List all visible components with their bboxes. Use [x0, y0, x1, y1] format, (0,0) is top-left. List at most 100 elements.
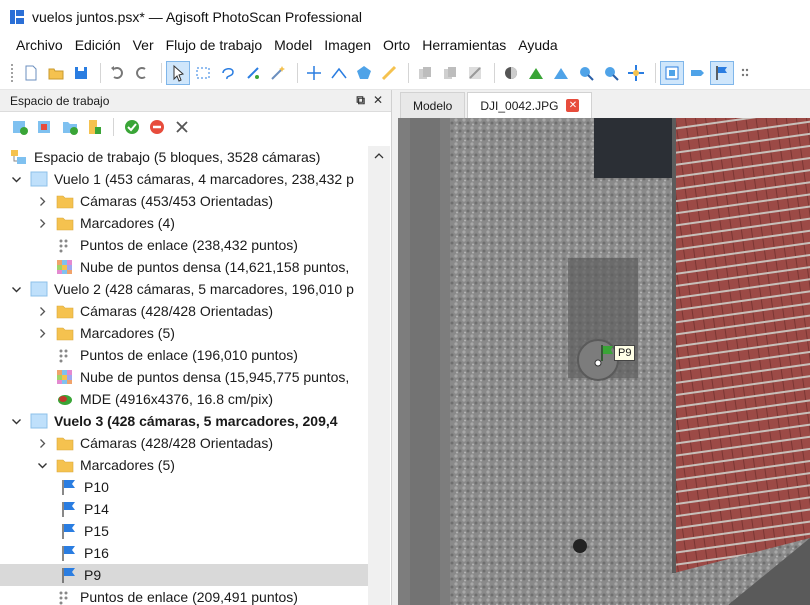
tree-item-vuelo-1-453-c-maras-4-marcador[interactable]: Vuelo 1 (453 cámaras, 4 marcadores, 238,… — [0, 168, 368, 190]
chevron-right-icon[interactable] — [36, 437, 48, 449]
chevron-right-icon[interactable] — [36, 195, 48, 207]
photo-view-icon[interactable] — [660, 60, 684, 85]
open-icon[interactable] — [45, 62, 67, 84]
tree-item-vuelo-3-428-c-maras-5-marcador[interactable]: Vuelo 3 (428 cámaras, 5 marcadores, 209,… — [0, 410, 368, 432]
tree-item-puntos-de-enlace-238-432-punto[interactable]: Puntos de enlace (238,432 puntos) — [0, 234, 368, 256]
chunk-icon — [30, 171, 48, 187]
caret-spacer — [36, 239, 48, 251]
menu-herramientas[interactable]: Herramientas — [416, 37, 512, 53]
menu-archivo[interactable]: Archivo — [10, 37, 69, 53]
menu-orto[interactable]: Orto — [377, 37, 416, 53]
caret-spacer — [36, 349, 48, 361]
ruler-icon[interactable] — [328, 62, 350, 84]
folder-icon — [56, 303, 74, 319]
tab-photo[interactable]: DJI_0042.JPG ✕ — [467, 92, 593, 118]
chevron-right-icon[interactable] — [36, 217, 48, 229]
remove-icon[interactable] — [172, 117, 192, 137]
tree-item-puntos-de-enlace-196-010-punto[interactable]: Puntos de enlace (196,010 puntos) — [0, 344, 368, 366]
toolbar-grip[interactable] — [10, 62, 14, 83]
redo-icon[interactable] — [131, 62, 153, 84]
undo-icon[interactable] — [106, 62, 128, 84]
zoom-in-icon[interactable] — [575, 62, 597, 84]
add-chunk-icon[interactable] — [10, 117, 30, 137]
menu-model[interactable]: Model — [268, 37, 318, 53]
chevron-down-icon[interactable] — [10, 415, 22, 427]
intelligent-scissors-icon[interactable] — [242, 62, 264, 84]
rotate-icon[interactable] — [550, 62, 572, 84]
tree-item-label: P16 — [84, 545, 109, 561]
aerial-photo[interactable]: P9 — [398, 118, 810, 605]
tree-item-nube-de-puntos-densa-14-621-15[interactable]: Nube de puntos densa (14,621,158 puntos, — [0, 256, 368, 278]
enable-icon[interactable] — [122, 117, 142, 137]
tree-item-p14[interactable]: P14 — [0, 498, 368, 520]
float-panel-icon[interactable]: ⧉ — [356, 93, 365, 108]
reset-view-icon[interactable] — [525, 62, 547, 84]
delete-icon[interactable] — [464, 62, 486, 84]
tree-item-marcadores-4[interactable]: Marcadores (4) — [0, 212, 368, 234]
scroll-up-icon[interactable] — [368, 146, 390, 164]
chunk-icon — [30, 413, 48, 429]
workspace-scrollbar[interactable] — [368, 146, 390, 605]
tree-item-puntos-de-enlace-209-491-punto[interactable]: Puntos de enlace (209,491 puntos) — [0, 586, 368, 605]
tree-item-label: MDE (4916x4376, 16.8 cm/pix) — [80, 391, 273, 407]
menu-ayuda[interactable]: Ayuda — [512, 37, 563, 53]
chevron-down-icon[interactable] — [36, 459, 48, 471]
caret-spacer — [36, 393, 48, 405]
new-icon[interactable] — [20, 62, 42, 84]
tree-item-marcadores-5[interactable]: Marcadores (5) — [0, 454, 368, 476]
close-tab-icon[interactable]: ✕ — [566, 99, 580, 112]
tree-item-c-maras-428-428-orientadas[interactable]: Cámaras (428/428 Orientadas) — [0, 432, 368, 454]
tree-root[interactable]: Espacio de trabajo (5 bloques, 3528 cáma… — [0, 146, 368, 168]
masks-icon[interactable] — [686, 62, 708, 84]
tree-item-label: Puntos de enlace (238,432 puntos) — [80, 237, 298, 253]
tree-item-p15[interactable]: P15 — [0, 520, 368, 542]
marker-flag-icon — [60, 501, 78, 517]
tree-item-c-maras-453-453-orientadas[interactable]: Cámaras (453/453 Orientadas) — [0, 190, 368, 212]
disable-icon[interactable] — [147, 117, 167, 137]
chevron-down-icon[interactable] — [10, 173, 22, 185]
add-photos-icon[interactable] — [35, 117, 55, 137]
menu-flujo-de-trabajo[interactable]: Flujo de trabajo — [160, 37, 269, 53]
magic-wand-icon[interactable] — [267, 62, 289, 84]
menu-ver[interactable]: Ver — [127, 37, 160, 53]
grid-icon[interactable] — [736, 62, 758, 84]
chevron-right-icon[interactable] — [36, 305, 48, 317]
menu-imagen[interactable]: Imagen — [318, 37, 377, 53]
tree-item-c-maras-428-428-orientadas[interactable]: Cámaras (428/428 Orientadas) — [0, 300, 368, 322]
move-icon[interactable] — [625, 62, 647, 84]
add-folder-icon[interactable] — [60, 117, 80, 137]
tab-modelo[interactable]: Modelo — [400, 92, 466, 118]
menu-edicion[interactable]: Edición — [69, 37, 127, 53]
chevron-down-icon[interactable] — [10, 283, 22, 295]
close-panel-icon[interactable]: ✕ — [373, 93, 383, 108]
rectangle-selection-icon[interactable] — [192, 62, 214, 84]
paste-icon[interactable] — [439, 62, 461, 84]
marker-flag-icon — [60, 479, 78, 495]
markers-icon[interactable] — [710, 60, 734, 85]
tree-item-vuelo-2-428-c-maras-5-marcador[interactable]: Vuelo 2 (428 cámaras, 5 marcadores, 196,… — [0, 278, 368, 300]
tree-item-p9[interactable]: P9 — [0, 564, 368, 586]
save-icon[interactable] — [70, 62, 92, 84]
free-form-selection-icon[interactable] — [217, 62, 239, 84]
move-region-icon[interactable] — [303, 62, 325, 84]
tree-item-label: Nube de puntos densa (14,621,158 puntos, — [80, 259, 350, 275]
chevron-right-icon[interactable] — [36, 327, 48, 339]
tree-item-p16[interactable]: P16 — [0, 542, 368, 564]
draw-line-icon[interactable] — [378, 62, 400, 84]
tree-item-marcadores-5[interactable]: Marcadores (5) — [0, 322, 368, 344]
copy-icon[interactable] — [414, 62, 436, 84]
marker-label[interactable]: P9 — [614, 345, 636, 361]
photoscan-app-icon — [10, 10, 24, 24]
merge-chunks-icon[interactable] — [85, 117, 105, 137]
shading-icon[interactable] — [500, 62, 522, 84]
zoom-out-icon[interactable] — [600, 62, 622, 84]
navigation-icon[interactable] — [166, 60, 190, 85]
tree-item-p10[interactable]: P10 — [0, 476, 368, 498]
shape-icon[interactable] — [353, 62, 375, 84]
folder-icon — [56, 325, 74, 341]
toolbar-separator — [297, 62, 298, 83]
tree-item-label: Marcadores (5) — [80, 457, 175, 473]
tree-item-label: Cámaras (428/428 Orientadas) — [80, 303, 273, 319]
tree-item-nube-de-puntos-densa-15-945-77[interactable]: Nube de puntos densa (15,945,775 puntos, — [0, 366, 368, 388]
tree-item-mde-4916x4376-16-8-cm-pix[interactable]: MDE (4916x4376, 16.8 cm/pix) — [0, 388, 368, 410]
